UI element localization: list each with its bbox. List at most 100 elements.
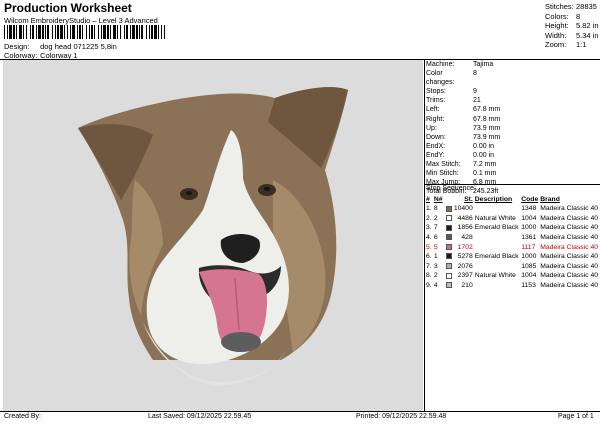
barcode-image [4,25,165,39]
color-swatch [445,272,452,279]
table-row: 7. 3 2076 1085 Madeira Classic 40 [426,262,598,272]
cell-needle: 8 [433,205,438,213]
barcode-bar [149,25,150,39]
cell-code: 1153 [521,282,536,290]
table-row: 3. 7 1856 Emerald Black 1000 Madeira Classic … [426,223,598,233]
info-label: Left: [426,106,440,114]
info-row: Right: 67.8 mm [426,115,598,124]
cell-num: 9. [426,282,432,290]
barcode-bar [7,25,8,39]
color-swatch [445,263,452,270]
barcode-bar [158,25,159,39]
barcode-bar [36,25,37,39]
barcode-bar [42,25,44,39]
table-row: 1. 8 10400 1348 Madeira Classic 40 [426,204,598,214]
dog-embroidery-image [78,87,348,386]
design-row: Design: dog head 071225 5,8in [4,42,117,51]
footer-divider [0,411,600,412]
cell-description [475,204,522,214]
stat-value: 1:1 [576,40,587,50]
barcode-bar [101,25,102,39]
cell-swatch [445,233,454,243]
barcode-bar [141,25,143,39]
cell-stitches: 5278 [457,253,473,261]
color-swatch [445,205,452,212]
barcode-bar [146,25,147,39]
cell-brand: Madeira Classic 40 [540,224,598,232]
barcode-bar [139,25,140,39]
cell-needle: 1 [433,253,438,261]
cell-num: 4. [426,234,432,242]
info-row: EndX: 0.00 in [426,142,598,151]
top-stats: Stitches: 28835 Colors: 8 Height: 5.82 in W… [545,2,599,50]
app-subtitle: Wilcom EmbroideryStudio – Level 3 Advanc… [4,16,158,25]
info-label: Machine: [426,61,455,68]
col-header-num: # [426,196,430,203]
worksheet-title: Production Worksheet [4,1,132,15]
info-row: Machine: Tajima [426,60,598,69]
cell-swatch [445,281,454,291]
barcode-bar [19,25,22,39]
cell-brand: Madeira Classic 40 [540,272,598,280]
cell-num: 6. [426,253,432,261]
cell-code: 1000 [521,253,537,261]
table-row: 4. 6 428 1361 Madeira Classic 40 [426,233,598,243]
stat-label: Colors: [545,11,569,21]
info-label: EndY: [426,151,445,159]
barcode-bar [23,25,24,39]
stat-value: 8 [576,11,581,21]
info-value: 6.8 mm [473,179,497,187]
cell-num: 1. [426,205,432,213]
barcode-bar [38,25,41,39]
barcode-bar [151,25,153,39]
info-value: 0.1 mm [473,170,497,178]
color-swatch [445,234,452,241]
stat-label: Zoom: [545,40,567,50]
stat-value: 28835 [576,2,597,11]
barcode-bar [45,25,46,39]
cell-needle: 2 [433,272,438,280]
info-label: Down: [426,133,446,141]
barcode-bar [161,25,162,39]
cell-brand: Madeira Classic 40 [540,234,598,242]
cell-swatch [445,204,454,214]
info-label: Color changes: [426,70,455,87]
info-row: Max Stitch: 7.2 mm [426,160,598,169]
barcode-bar [120,25,121,39]
barcode-bar [32,25,34,39]
info-row: Left: 67.8 mm [426,105,598,114]
barcode-bar [124,25,125,39]
cell-description: Natural White [474,214,516,222]
info-row: Color changes: 8 [426,69,598,87]
cell-code: 1004 [521,214,537,222]
info-value: 0.00 in [473,151,495,159]
info-row: Up: 73.9 mm [426,124,598,133]
color-swatch [445,224,452,231]
cell-stitches: 428 [461,234,473,242]
cell-code: 1004 [521,272,537,280]
footer-last-saved: Last Saved: 09/12/2025 22.59.45 [148,413,252,420]
cell-swatch [445,252,454,262]
barcode-bar [130,25,131,39]
info-label: Right: [426,115,445,123]
stat-value: 5.34 in [576,30,599,40]
stat-label: Height: [545,21,569,31]
cell-needle: 5 [433,243,438,251]
barcode-bar [57,25,59,39]
stop-sequence-table: # N# St. Description Code Brand 1. 8 10400… [426,195,598,290]
cell-num: 7. [426,262,432,270]
info-value: 7.2 mm [473,161,497,169]
color-swatch [445,215,452,222]
info-value: 73.9 mm [473,133,501,141]
cell-stitches: 2397 [457,272,473,280]
cell-code: 1000 [521,224,537,232]
stat-label: Width: [545,30,567,40]
info-row: Stops: 9 [426,87,598,96]
stat-height: Height: 5.82 in [545,21,599,31]
footer: Created By: Last Saved: 09/12/2025 22.59… [0,413,600,424]
info-value: 9 [473,88,477,96]
cell-code: 1117 [521,243,536,251]
barcode-bar [91,25,93,39]
barcode-bar [94,25,95,39]
barcode-bar [113,25,116,39]
